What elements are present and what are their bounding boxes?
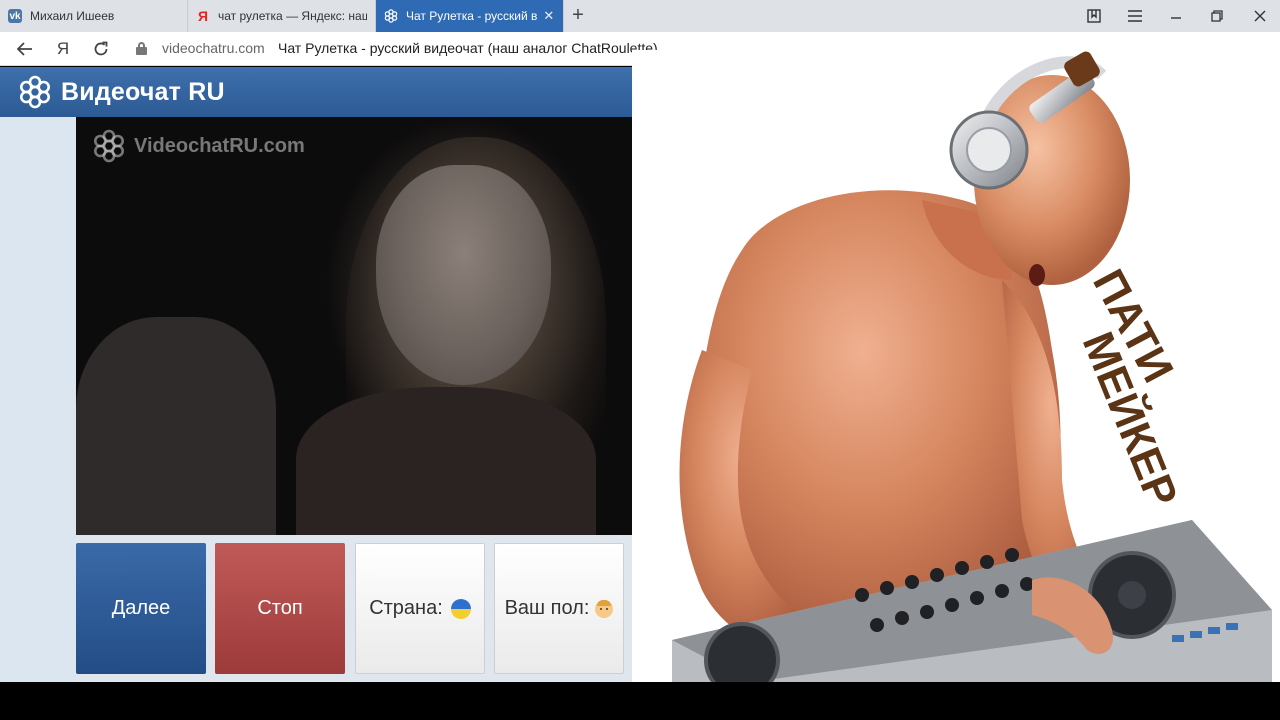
yandex-button[interactable]: Я (52, 38, 74, 60)
watermark-logo-icon (94, 129, 125, 163)
ukraine-flag-icon (450, 598, 471, 619)
gender-label: Ваш пол: (504, 597, 590, 619)
tab-title: Михаил Ишеев (30, 9, 115, 23)
watermark-text: VideochatRU.com (134, 134, 305, 157)
lock-icon (136, 42, 147, 55)
video-person-left (76, 317, 276, 535)
next-button[interactable]: Далее (76, 543, 206, 674)
restore-icon[interactable] (1197, 0, 1237, 32)
minimize-icon[interactable] (1156, 0, 1196, 32)
country-label: Страна: (369, 597, 443, 619)
close-tab-icon[interactable]: ✕ (543, 8, 554, 24)
tab-title: Чат Рулетка - русский в (406, 9, 538, 23)
tab-strip: vk Михаил Ишеев Я чат рулетка — Яндекс: … (0, 0, 1280, 32)
menu-icon[interactable] (1115, 0, 1155, 32)
tab-videochat[interactable]: Чат Рулетка - русский в ✕ (376, 0, 564, 32)
video-person-face (376, 165, 551, 385)
chat-controls: Далее Стоп Страна: Ваш пол: (76, 543, 636, 674)
site-title[interactable]: Видеочат RU (61, 78, 225, 107)
remote-video: VideochatRU.com (76, 117, 658, 535)
close-window-icon[interactable] (1240, 0, 1280, 32)
back-arrow-icon[interactable] (14, 38, 36, 60)
tab-yandex[interactable]: Я чат рулетка — Яндекс: наш (188, 0, 376, 32)
url-page-title[interactable]: Чат Рулетка - русский видеочат (наш анал… (278, 40, 658, 56)
yandex-icon: Я (197, 8, 209, 24)
gender-selector[interactable]: Ваш пол: (494, 543, 624, 674)
videochat-logo-icon (20, 75, 51, 109)
tab-vk[interactable]: vk Михаил Ишеев (0, 0, 188, 32)
url-domain[interactable]: videochatru.com (162, 40, 265, 56)
screen: vk Михаил Ишеев Я чат рулетка — Яндекс: … (0, 0, 1280, 720)
male-face-icon (595, 599, 614, 618)
next-button-label: Далее (111, 597, 171, 619)
stop-button-label: Стоп (257, 597, 303, 619)
dj-mouth (1029, 264, 1045, 286)
video-person-body (296, 387, 596, 535)
reload-icon[interactable] (90, 38, 112, 60)
bottom-letterbox (0, 682, 1280, 720)
vk-icon: vk (8, 9, 22, 23)
dj-illustration: ПАТИ МЕЙКЕР (672, 51, 1272, 682)
overlay-sticker: ПАТИ МЕЙКЕР (632, 50, 1280, 682)
stop-button[interactable]: Стоп (215, 543, 345, 674)
site-header: Видеочат RU (0, 67, 658, 117)
country-selector[interactable]: Страна: (355, 543, 485, 674)
left-margin (0, 117, 76, 682)
new-tab-button[interactable]: + (566, 4, 590, 28)
jog-wheel-left (704, 622, 780, 682)
caption: ПАТИ МЕЙКЕР (1073, 262, 1189, 514)
video-watermark: VideochatRU.com (92, 129, 305, 163)
videochat-icon (384, 9, 398, 23)
tab-title: чат рулетка — Яндекс: наш (218, 9, 367, 23)
bookmarks-icon[interactable] (1074, 0, 1114, 32)
